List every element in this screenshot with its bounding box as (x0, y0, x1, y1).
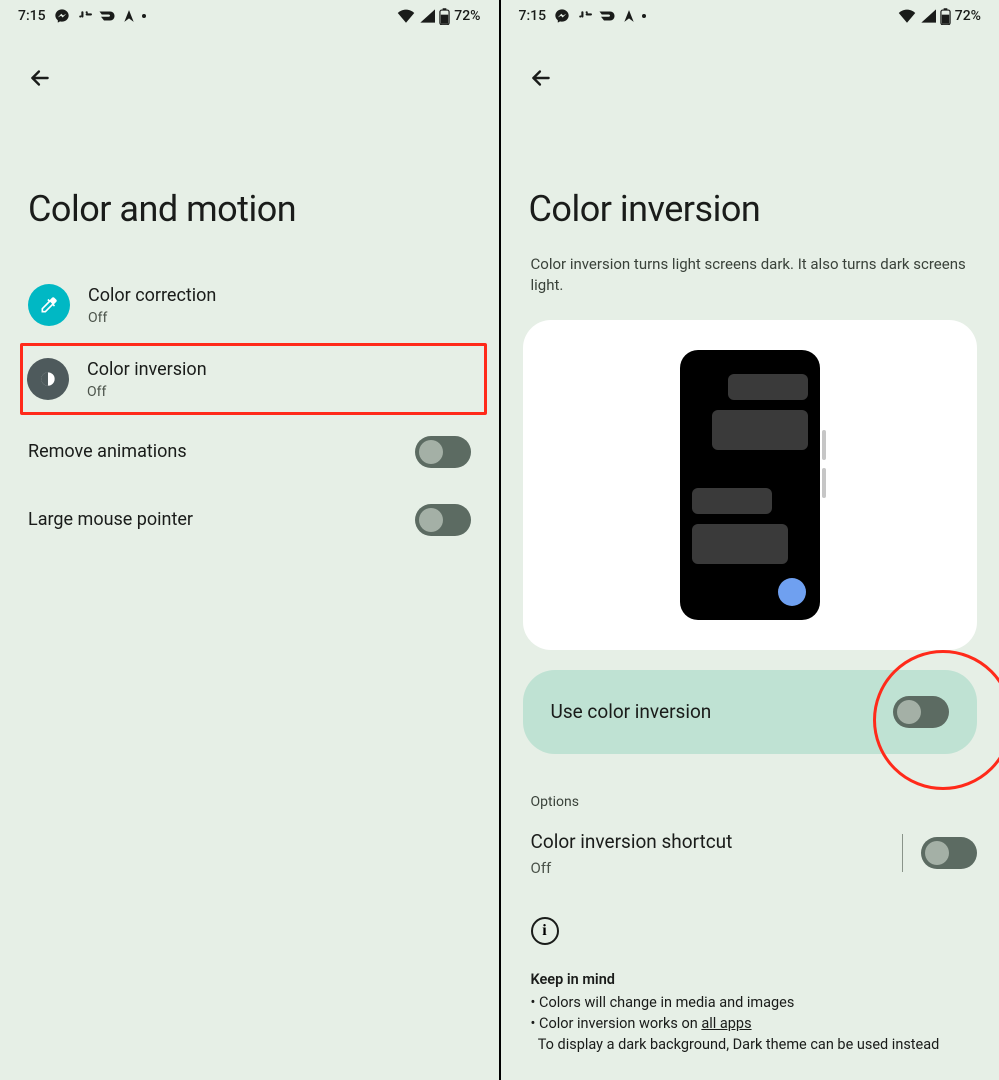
nav-icon (122, 9, 136, 23)
arrow-back-icon (528, 65, 554, 91)
vertical-divider (902, 834, 903, 872)
status-battery-pct: 72% (955, 8, 981, 24)
status-app-icons (554, 8, 646, 24)
battery-icon (940, 8, 951, 25)
signal-icon (419, 9, 435, 23)
color-correction-status: Off (88, 310, 471, 326)
doordash-icon (98, 10, 116, 22)
color-correction-label: Color correction (88, 284, 471, 307)
status-battery-pct: 72% (454, 8, 480, 24)
status-bar: 7:15 72% (501, 0, 999, 28)
preview-illustration (523, 320, 978, 650)
use-color-inversion-toggle[interactable] (893, 696, 949, 728)
color-correction-row[interactable]: Color correction Off (0, 270, 499, 340)
messenger-icon (54, 8, 70, 24)
keep-line-3: To display a dark background, Dark theme… (531, 1034, 970, 1055)
keep-heading: Keep in mind (531, 969, 970, 990)
shortcut-status: Off (531, 859, 733, 877)
use-color-inversion-row[interactable]: Use color inversion (523, 670, 978, 754)
options-section-label: Options (501, 754, 999, 820)
info-icon: i (531, 917, 559, 945)
back-button[interactable] (20, 58, 60, 98)
status-bar: 7:15 72% (0, 0, 499, 28)
color-inversion-row[interactable]: Color inversion Off (20, 343, 487, 415)
large-mouse-pointer-label: Large mouse pointer (28, 508, 193, 531)
phone-mock-icon (680, 350, 820, 620)
wifi-icon (898, 9, 916, 23)
remove-animations-row[interactable]: Remove animations (0, 418, 499, 486)
page-title: Color and motion (0, 98, 499, 270)
remove-animations-label: Remove animations (28, 440, 187, 463)
left-pane: 7:15 72% Color and motion Color corre (0, 0, 499, 1080)
arrow-back-icon (27, 65, 53, 91)
use-color-inversion-label: Use color inversion (551, 700, 712, 725)
messenger-icon (554, 8, 570, 24)
status-app-icons (54, 8, 146, 24)
signal-icon (920, 9, 936, 23)
color-inversion-label: Color inversion (87, 358, 474, 381)
description-text: Color inversion turns light screens dark… (501, 254, 999, 320)
eyedropper-icon (28, 284, 70, 326)
shortcut-label: Color inversion shortcut (531, 830, 733, 855)
shortcut-toggle[interactable] (921, 837, 977, 869)
status-time: 7:15 (519, 8, 547, 24)
more-dot-icon (642, 14, 646, 18)
contrast-icon (27, 358, 69, 400)
slack-icon (76, 8, 92, 24)
shortcut-row[interactable]: Color inversion shortcut Off (501, 820, 999, 887)
nav-icon (622, 9, 636, 23)
slack-icon (576, 8, 592, 24)
battery-icon (439, 8, 450, 25)
large-mouse-pointer-row[interactable]: Large mouse pointer (0, 486, 499, 554)
wifi-icon (397, 9, 415, 23)
color-inversion-status: Off (87, 384, 474, 400)
status-time: 7:15 (18, 8, 46, 24)
back-button[interactable] (521, 58, 561, 98)
page-title: Color inversion (501, 98, 999, 254)
large-mouse-pointer-toggle[interactable] (415, 504, 471, 536)
right-pane: 7:15 72% Color inversion Color inversion… (501, 0, 999, 1080)
remove-animations-toggle[interactable] (415, 436, 471, 468)
doordash-icon (598, 10, 616, 22)
more-dot-icon (142, 14, 146, 18)
keep-line-1: • Colors will change in media and images (531, 992, 970, 1013)
keep-line-2: • Color inversion works on all apps (531, 1013, 970, 1034)
keep-in-mind-block: Keep in mind • Colors will change in med… (501, 945, 999, 1055)
